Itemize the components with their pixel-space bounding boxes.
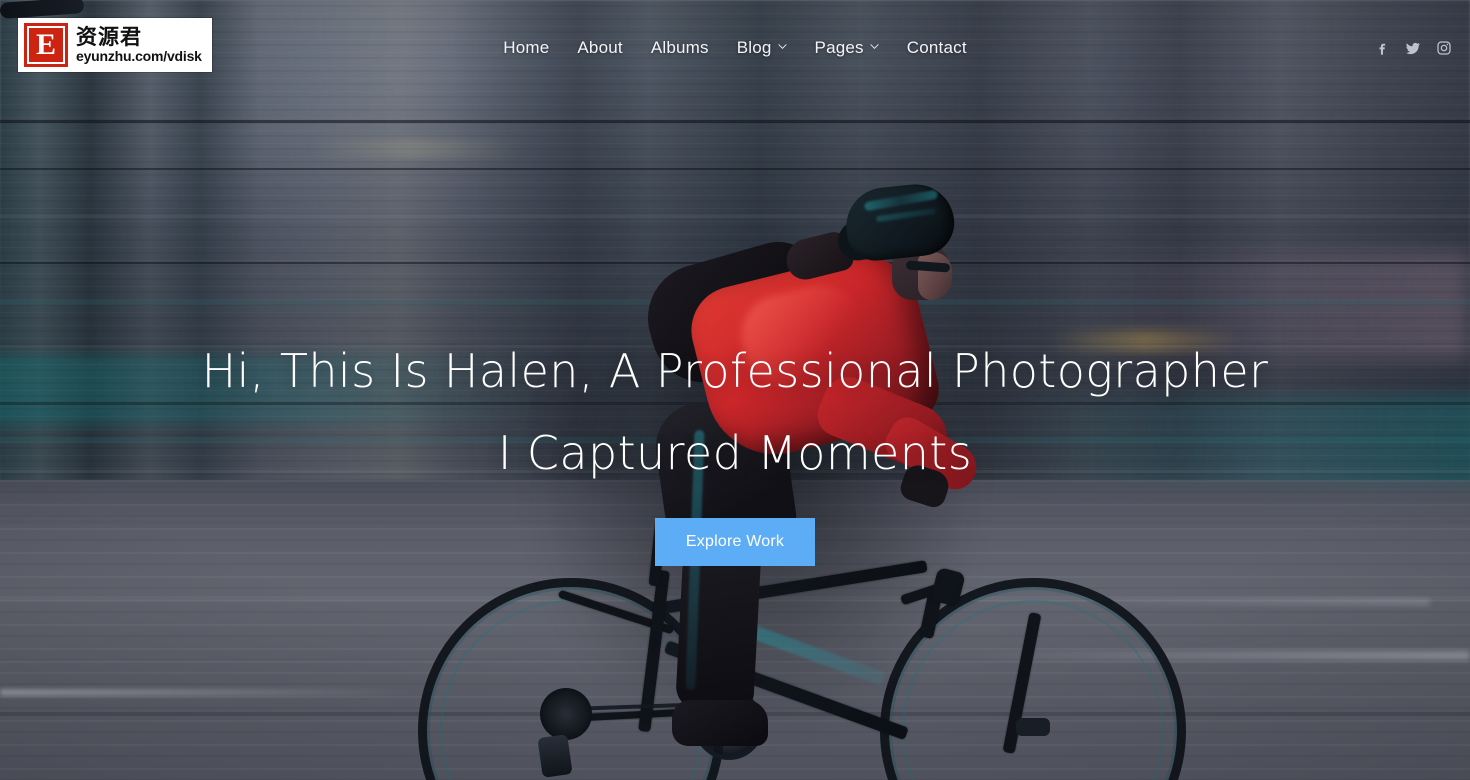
hero-heading: Hi, This Is Halen, A Professional Photog… — [0, 330, 1470, 494]
nav-label: Home — [503, 38, 550, 57]
hero-content: Hi, This Is Halen, A Professional Photog… — [0, 330, 1470, 566]
twitter-icon[interactable] — [1404, 40, 1421, 57]
nav-item-albums[interactable]: Albums — [651, 38, 709, 58]
hero-heading-line-2: I Captured Moments — [497, 426, 973, 480]
chevron-down-icon — [777, 42, 787, 51]
chevron-down-icon — [870, 42, 879, 51]
cyclist-shoe — [672, 700, 768, 746]
instagram-icon[interactable] — [1435, 40, 1452, 57]
nav-label: Pages — [814, 38, 864, 57]
nav-item-contact[interactable]: Contact — [907, 38, 967, 58]
nav-item-about[interactable]: About — [577, 38, 622, 58]
facebook-icon[interactable] — [1373, 40, 1390, 57]
hero-cta-wrapper: Explore Work — [0, 518, 1470, 566]
nav-label: Albums — [650, 38, 709, 57]
nav-label: About — [577, 38, 623, 57]
nav-label: Contact — [906, 38, 967, 57]
explore-work-button[interactable]: Explore Work — [655, 518, 815, 566]
site-header: E 资源君 eyunzhu.com/vdisk Home About Album… — [0, 0, 1470, 96]
nav-item-home[interactable]: Home — [503, 38, 549, 58]
nav-item-pages[interactable]: Pages — [815, 38, 879, 58]
nav-item-blog[interactable]: Blog — [737, 38, 787, 58]
nav-label: Blog — [736, 38, 772, 57]
hero-heading-line-1: Hi, This Is Halen, A Professional Photog… — [201, 344, 1269, 398]
main-navigation: Home About Albums Blog Pages Contact — [0, 0, 1470, 96]
cyclist-face — [918, 252, 952, 300]
social-links — [1373, 0, 1452, 96]
hero-section: E 资源君 eyunzhu.com/vdisk Home About Album… — [0, 0, 1470, 780]
